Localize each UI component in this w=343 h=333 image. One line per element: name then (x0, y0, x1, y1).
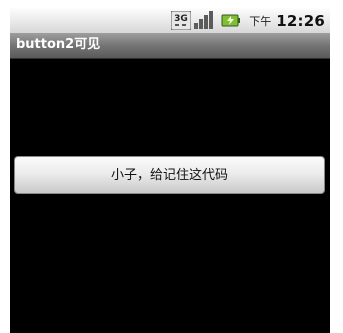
remember-code-button[interactable]: 小子，给记住这代码 (14, 156, 325, 194)
battery-charging-icon (221, 14, 241, 27)
network-badge-text: 3G (174, 14, 188, 24)
status-bar: 3G 下午 12:26 (10, 8, 330, 33)
3g-network-icon: 3G (171, 11, 192, 30)
status-icons: 3G 下午 12:26 (171, 8, 330, 33)
status-clock: 12:26 (276, 11, 325, 30)
phone-screen: 3G 下午 12:26 button2可见 小子，给记住这代码 (10, 8, 330, 333)
signal-strength-icon (194, 11, 214, 29)
page-title: button2可见 (16, 37, 101, 52)
status-time-period: 下午 (249, 14, 272, 28)
title-bar: button2可见 (10, 33, 330, 59)
